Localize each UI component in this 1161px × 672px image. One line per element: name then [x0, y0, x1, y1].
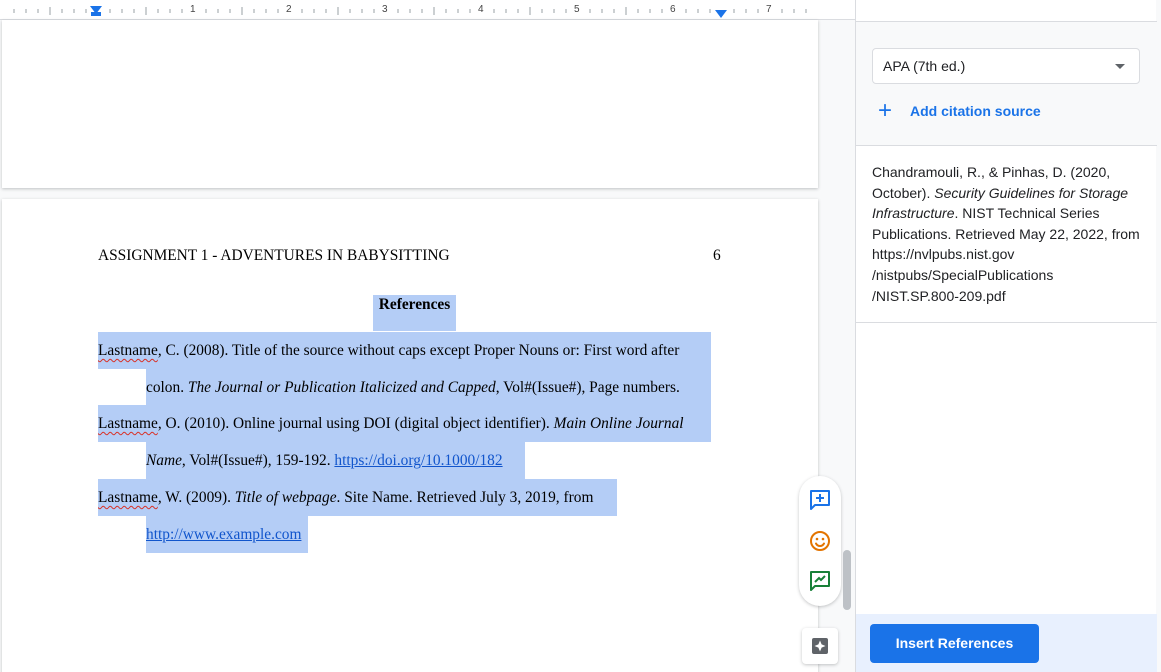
suggest-edit-icon[interactable]	[808, 569, 832, 593]
running-head: ASSIGNMENT 1 - ADVENTURES IN BABYSITTING	[98, 247, 450, 264]
references-heading: References	[373, 295, 456, 331]
explore-icon	[812, 638, 828, 654]
reference-title: Title of webpage	[234, 489, 337, 506]
citation-card[interactable]: Chandramouli, R., & Pinhas, D. (2020, Oc…	[856, 146, 1157, 323]
plus-icon: +	[878, 97, 893, 124]
doi-link[interactable]: https://doi.org/10.1000/182	[334, 452, 502, 469]
reference-2-line-1: Lastname, O. (2010). Online journal usin…	[98, 405, 711, 442]
references-heading-text: References	[378, 296, 451, 313]
panel-footer: Insert References	[856, 614, 1157, 672]
reference-1-line-2: colon. The Journal or Publication Italic…	[146, 369, 711, 406]
add-citation-source-label: Add citation source	[910, 103, 1041, 119]
reference-3-line-1: Lastname, W. (2009). Title of webpage. S…	[98, 479, 617, 516]
reference-text: . Site Name. Retrieved July 3, 2019, fro…	[336, 489, 594, 506]
right-indent-marker[interactable]	[715, 10, 727, 18]
reference-author: Lastname	[98, 489, 158, 506]
insert-references-button[interactable]: Insert References	[870, 624, 1039, 663]
reference-journal: The Journal or Publication Italicized an…	[187, 379, 496, 396]
ruler-number: 1	[190, 4, 196, 15]
ruler-number: 2	[286, 4, 292, 15]
chevron-down-icon	[1115, 64, 1125, 69]
ruler[interactable]: 1 2 3 4 5 6 7	[0, 0, 855, 20]
ruler-number: 4	[478, 4, 484, 15]
reference-text: , Vol#(Issue#), Page numbers.	[495, 379, 680, 396]
citations-panel: APA (7th ed.) + Add citation source Chan…	[855, 0, 1157, 672]
ruler-number: 6	[670, 4, 676, 15]
reference-text: , W. (2009).	[157, 489, 235, 506]
floating-action-bar	[799, 476, 841, 606]
reference-text: , O. (2010). Online journal using DOI (d…	[157, 415, 554, 432]
ruler-number: 5	[574, 4, 580, 15]
panel-header	[856, 0, 1157, 22]
ruler-number: 3	[382, 4, 388, 15]
add-comment-icon[interactable]	[808, 488, 832, 512]
citation-style-select[interactable]: APA (7th ed.)	[872, 48, 1140, 84]
scrollbar-thumb[interactable]	[843, 550, 851, 610]
add-citation-source-button[interactable]: + Add citation source	[878, 97, 1041, 124]
reference-journal: Main Online Journal	[553, 415, 684, 432]
emoji-icon[interactable]	[808, 529, 832, 553]
previous-page	[2, 20, 818, 188]
explore-button[interactable]	[802, 628, 838, 664]
document-area: 1 2 3 4 5 6 7 ASSIGNMENT 1 - ADVENTURES …	[0, 0, 855, 672]
reference-text: , Vol#(Issue#), 159-192.	[181, 452, 335, 469]
reference-author: Lastname	[98, 342, 158, 359]
reference-3-line-2: http://www.example.com	[146, 516, 308, 553]
citation-style-value: APA (7th ed.)	[883, 58, 966, 74]
reference-text: , C. (2008). Title of the source without…	[157, 342, 680, 359]
ruler-number: 7	[766, 4, 772, 15]
current-page[interactable]: ASSIGNMENT 1 - ADVENTURES IN BABYSITTING…	[2, 199, 818, 672]
website-link[interactable]: http://www.example.com	[146, 526, 301, 543]
panel-controls: APA (7th ed.) + Add citation source	[856, 22, 1157, 146]
reference-1-line-1: Lastname, C. (2008). Title of the source…	[98, 332, 711, 369]
page-number: 6	[713, 247, 721, 264]
reference-journal: Name	[146, 452, 182, 469]
reference-2-line-2: Name, Vol#(Issue#), 159-192. https://doi…	[146, 442, 525, 479]
first-line-indent-marker[interactable]	[91, 12, 101, 16]
reference-author: Lastname	[98, 415, 158, 432]
reference-text: colon.	[146, 379, 188, 396]
